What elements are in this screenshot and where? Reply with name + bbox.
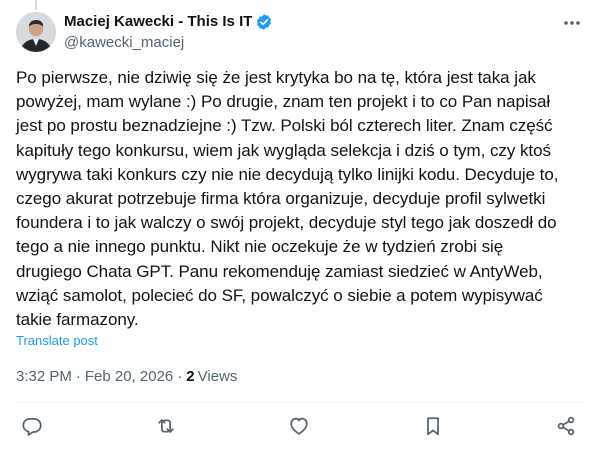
more-dots-icon[interactable]: [560, 14, 584, 32]
avatar[interactable]: [16, 12, 56, 52]
thread-connector-line: [35, 0, 37, 10]
tweet-time[interactable]: 3:32 PM: [16, 367, 72, 387]
views-label: Views: [197, 368, 238, 385]
bookmark-icon[interactable]: [421, 414, 445, 438]
tweet-text: Po pierwsze, nie dziwię się że jest kryt…: [16, 68, 559, 330]
action-bar: [16, 402, 582, 450]
author-handle[interactable]: @kawecki_maciej: [64, 33, 273, 53]
verified-badge-icon: [255, 13, 273, 31]
reply-icon[interactable]: [20, 414, 44, 438]
share-icon[interactable]: [554, 414, 578, 438]
author-display-name[interactable]: Maciej Kawecki - This Is IT: [64, 12, 252, 32]
avatar-image: [16, 12, 56, 52]
tweet-metadata: 3:32 PM · Feb 20, 2026 · 2 Views: [16, 367, 237, 387]
views-count: 2: [186, 368, 195, 385]
meta-separator: ·: [75, 368, 81, 385]
translate-post-link[interactable]: Translate post: [16, 333, 98, 349]
author-header: Maciej Kawecki - This Is IT @kawecki_mac…: [64, 12, 273, 53]
heart-icon[interactable]: [287, 414, 311, 438]
retweet-icon[interactable]: [154, 414, 178, 438]
tweet-date[interactable]: Feb 20, 2026: [85, 367, 173, 387]
meta-separator: ·: [177, 368, 183, 385]
